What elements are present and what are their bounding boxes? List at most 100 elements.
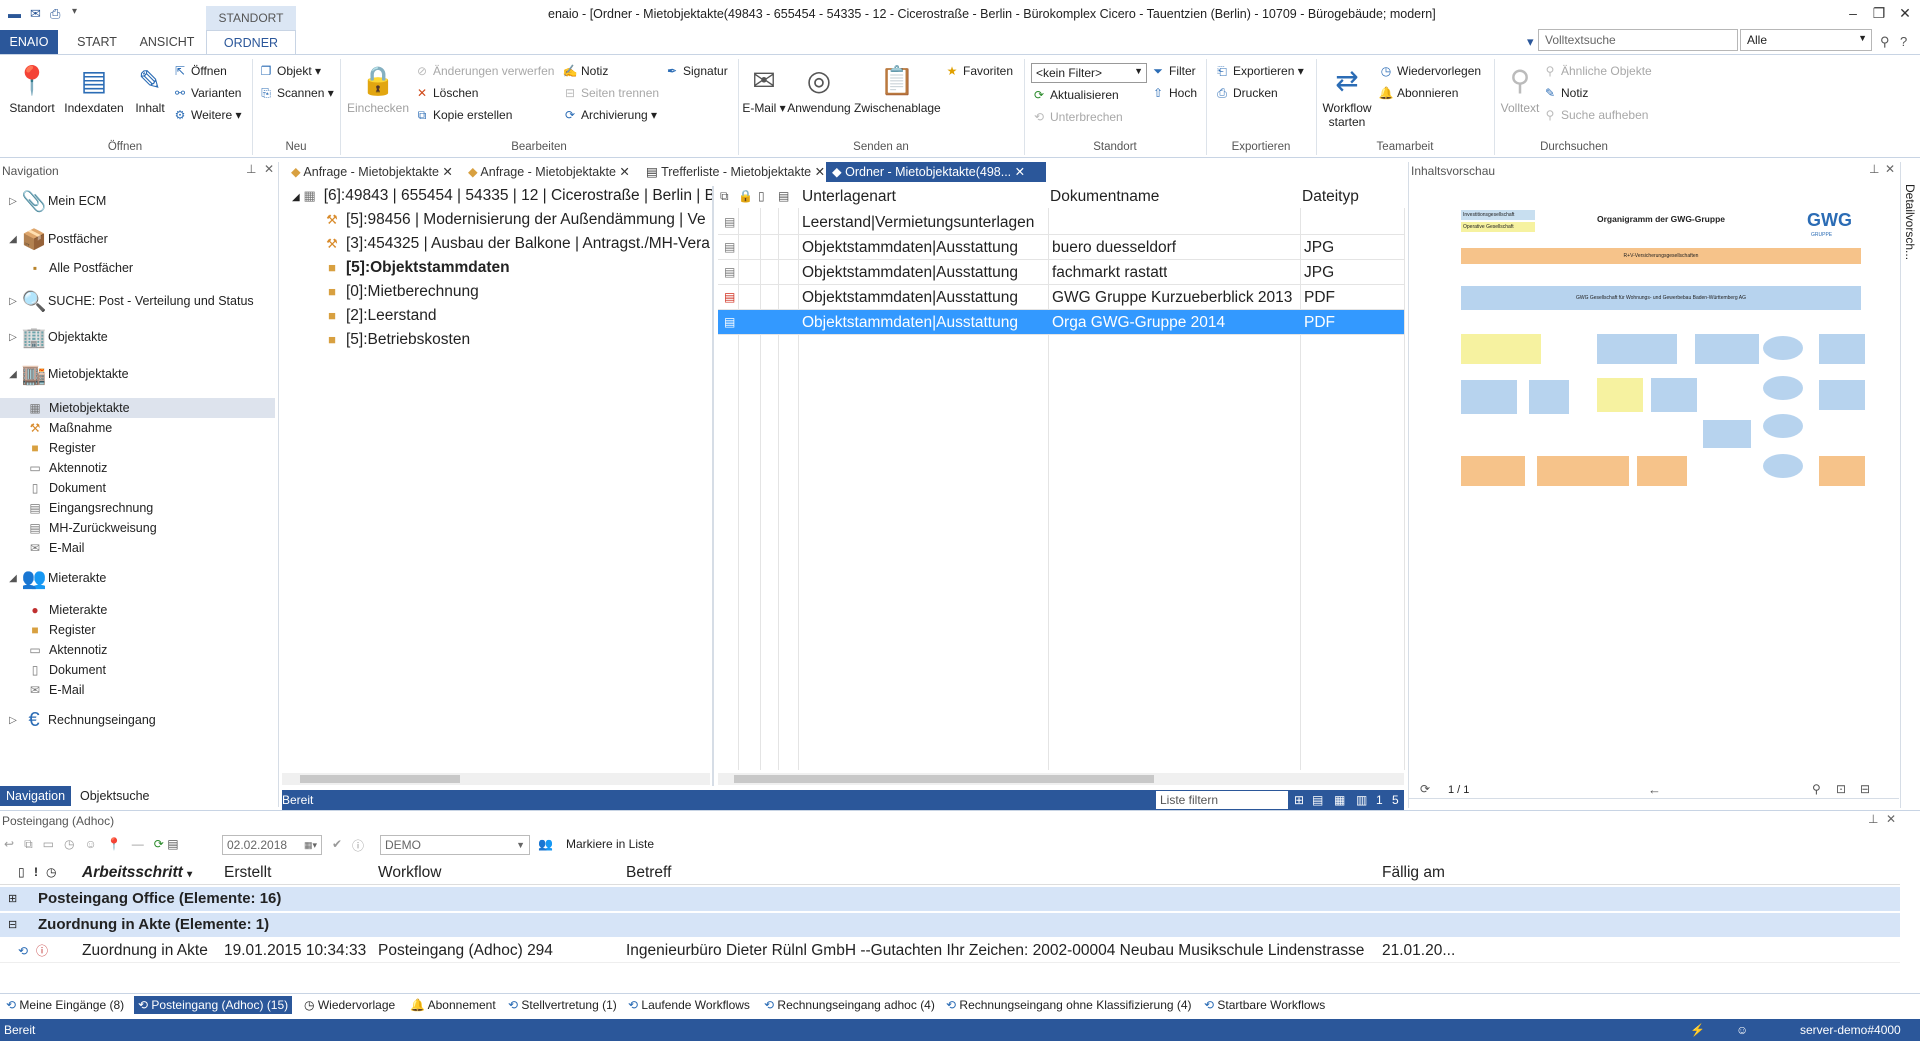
table-row[interactable]: ▤ Objektstammdaten|Ausstattung GWG Gruppe … bbox=[718, 285, 1404, 310]
close-pane-icon[interactable]: ✕ bbox=[1886, 812, 1896, 826]
tab-startbare-workflows[interactable]: ⟲ Startbare Workflows bbox=[1204, 996, 1325, 1014]
nav-item-postfaecher[interactable]: ◢ 📦 Postfächer bbox=[0, 226, 108, 252]
preview-refresh-icon[interactable]: ⟳ bbox=[1420, 782, 1430, 796]
user-icon[interactable]: ☺ bbox=[85, 837, 97, 851]
nav-sub-alle-postfaecher[interactable]: ▪ Alle Postfächer bbox=[26, 258, 133, 278]
signatur-button[interactable]: ✒ Signatur bbox=[664, 61, 728, 81]
tab-start[interactable]: START bbox=[66, 30, 128, 54]
standort-button[interactable]: 📍 Standort bbox=[6, 63, 58, 116]
nav-sub-mieter-email[interactable]: ✉ E-Mail bbox=[26, 680, 84, 700]
view-list-icon[interactable]: ▤ bbox=[1312, 790, 1323, 810]
anwendung-button[interactable]: ◎ Anwendung bbox=[786, 63, 852, 116]
nav-sub-email[interactable]: ✉ E-Mail bbox=[26, 538, 84, 558]
column-header-faellig[interactable]: Fällig am bbox=[1382, 864, 1445, 882]
detail-side-tab[interactable]: Detailvorsch... bbox=[1900, 162, 1920, 808]
refresh-icon[interactable]: ⟳ bbox=[154, 837, 164, 851]
preview-back-icon[interactable]: ← bbox=[1648, 782, 1661, 797]
tree-node-root[interactable]: ◢ ▦ [6]:49843 | 655454 | 54335 | 12 | Cice… bbox=[292, 184, 712, 208]
scannen-button[interactable]: ⎘ Scannen ▾ bbox=[258, 83, 334, 103]
help-icon[interactable]: ? bbox=[1900, 34, 1907, 49]
table-row[interactable]: ▤ Objektstammdaten|Ausstattung fachmarkt r… bbox=[718, 260, 1404, 285]
indexdaten-button[interactable]: ▤ Indexdaten bbox=[62, 63, 126, 116]
kopie-erstellen-button[interactable]: ⧉ Kopie erstellen bbox=[414, 105, 513, 125]
weitere-button[interactable]: ⚙ Weitere ▾ bbox=[172, 105, 242, 125]
pin-ribbon-icon[interactable]: ⚲ bbox=[1880, 34, 1890, 50]
column-header-unterlagenart[interactable]: Unterlagenart bbox=[802, 186, 896, 208]
nav-sub-eingangsrechnung[interactable]: ▤ Eingangsrechnung bbox=[26, 498, 153, 518]
favoriten-button[interactable]: ★ Favoriten bbox=[944, 61, 1013, 81]
close-tab-icon[interactable]: ✕ bbox=[1015, 165, 1025, 179]
tree-hscrollbar[interactable] bbox=[282, 773, 710, 785]
save-icon[interactable]: ✉ bbox=[30, 6, 41, 22]
seiten-trennen-button[interactable]: ⊟ Seiten trennen bbox=[562, 83, 659, 103]
info-icon[interactable]: ⓘ bbox=[352, 837, 364, 854]
column-header-betreff[interactable]: Betreff bbox=[626, 864, 671, 882]
aktualisieren-button[interactable]: ⟳ Aktualisieren bbox=[1031, 85, 1119, 105]
wiedervorlegen-button[interactable]: ◷ Wiedervorlegen bbox=[1378, 61, 1481, 81]
tab-enaio[interactable]: ENAIO bbox=[0, 30, 58, 54]
workflow-starten-button[interactable]: ⇄ Workflow starten bbox=[1318, 63, 1376, 130]
doc-tab-anfrage-2[interactable]: ◆ Anfrage - Mietobjektakte ✕ bbox=[462, 162, 630, 182]
close-icon[interactable]: ✕ bbox=[1895, 5, 1915, 22]
tab-rechnungseingang-ohne[interactable]: ⟲ Rechnungseingang ohne Klassifizierung … bbox=[946, 996, 1192, 1014]
tree-node-massnahme-2[interactable]: ⚒ [3]:454325 | Ausbau der Balkone | Antra… bbox=[322, 232, 712, 256]
splitter[interactable] bbox=[712, 186, 714, 786]
column-header-workflow[interactable]: Workflow bbox=[378, 864, 441, 882]
maximize-icon[interactable]: ❐ bbox=[1869, 5, 1889, 22]
tab-wiedervorlage[interactable]: ◷ Wiedervorlage bbox=[304, 996, 395, 1014]
view-tree-icon[interactable]: ⊞ bbox=[1294, 790, 1304, 810]
close-tab-icon[interactable]: ✕ bbox=[815, 165, 825, 179]
tree-node-betriebskosten[interactable]: ■ [5]:Betriebskosten bbox=[322, 328, 470, 352]
tree-node-leerstand[interactable]: ■ [2]:Leerstand bbox=[322, 304, 436, 328]
filter-button[interactable]: ⏷ Filter bbox=[1150, 61, 1195, 81]
inhalt-button[interactable]: ✎ Inhalt bbox=[128, 63, 172, 116]
pin-icon[interactable]: ⊥ bbox=[1869, 162, 1879, 176]
tab-navigation[interactable]: Navigation bbox=[0, 786, 72, 806]
view-detail-icon[interactable]: ▥ bbox=[1356, 790, 1367, 810]
user-select[interactable]: DEMO ▼ bbox=[380, 835, 530, 855]
fit-page-icon[interactable]: ⊡ bbox=[1836, 782, 1846, 796]
fulltext-search-input[interactable]: Volltextsuche bbox=[1538, 29, 1738, 51]
drucken-button[interactable]: ⎙ Drucken bbox=[1214, 83, 1278, 103]
nav-item-objektakte[interactable]: ▷ 🏢 Objektakte bbox=[0, 324, 108, 350]
users-icon[interactable]: 👥 bbox=[538, 837, 553, 851]
tab-laufende-workflows[interactable]: ⟲ Laufende Workflows bbox=[628, 996, 750, 1014]
zoom-icon[interactable]: ⚲ bbox=[1812, 782, 1821, 796]
tab-rechnungseingang-adhoc[interactable]: ⟲ Rechnungseingang adhoc (4) bbox=[764, 996, 935, 1014]
nav-item-mietobjektakte[interactable]: ◢ 🏬 Mietobjektakte bbox=[0, 361, 128, 387]
email-button[interactable]: ✉ E-Mail ▾ bbox=[742, 63, 786, 116]
table-row[interactable]: ▤ Leerstand|Vermietungsunterlagen bbox=[718, 210, 1404, 235]
table-row[interactable]: ⟲ ⓘ Zuordnung in Akte 19.01.2015 10:34:3… bbox=[0, 939, 1900, 963]
pin-icon[interactable]: ⊥ bbox=[246, 162, 256, 176]
column-header-dateityp[interactable]: Dateityp bbox=[1302, 186, 1359, 208]
loeschen-button[interactable]: ✕ Löschen bbox=[414, 83, 478, 103]
suche-aufheben-button[interactable]: ⚲ Suche aufheben bbox=[1542, 105, 1649, 125]
tree-node-objektstammdaten[interactable]: ■ [5]:Objektstammdaten bbox=[322, 256, 510, 280]
table-row-selected[interactable]: ▤ Objektstammdaten|Ausstattung Orga GWG-Gr… bbox=[718, 310, 1404, 335]
two-page-icon[interactable]: ⊟ bbox=[1860, 782, 1870, 796]
nav-sub-aktennotiz[interactable]: ▭ Aktennotiz bbox=[26, 458, 107, 478]
collapse-icon[interactable]: ⊟ bbox=[8, 913, 17, 937]
tree-node-mietberechnung[interactable]: ■ [0]:Mietberechnung bbox=[322, 280, 479, 304]
doc-tab-anfrage-1[interactable]: ◆ Anfrage - Mietobjektakte ✕ bbox=[285, 162, 453, 182]
forward-icon[interactable]: ↩ bbox=[4, 837, 14, 851]
nav-item-mein-ecm[interactable]: ▷ 📎 Mein ECM bbox=[0, 188, 106, 214]
list-filter-input[interactable]: Liste filtern bbox=[1156, 791, 1288, 809]
minimize-icon[interactable]: – bbox=[1843, 5, 1863, 21]
close-pane-icon[interactable]: ✕ bbox=[1885, 162, 1895, 176]
archivierung-button[interactable]: ⟳ Archivierung ▾ bbox=[562, 105, 657, 125]
pin-location-icon[interactable]: 📍 bbox=[107, 837, 122, 851]
notiz-button[interactable]: ✍ Notiz bbox=[562, 61, 609, 81]
filter-select[interactable]: <kein Filter> ▼ bbox=[1031, 63, 1147, 83]
search-scope-select[interactable]: Alle ▼ bbox=[1740, 29, 1872, 51]
close-tab-icon[interactable]: ✕ bbox=[619, 165, 629, 179]
notiz-search-button[interactable]: ✎ Notiz bbox=[1542, 83, 1588, 103]
column-header-arbeitsschritt[interactable]: Arbeitsschritt ▾ bbox=[82, 864, 192, 882]
doc-tab-trefferliste[interactable]: ▤ Trefferliste - Mietobjektakte ✕ bbox=[640, 162, 825, 182]
tab-objektsuche[interactable]: Objektsuche bbox=[74, 786, 155, 806]
tab-posteingang-adhoc[interactable]: ⟲ Posteingang (Adhoc) (15) bbox=[134, 996, 293, 1014]
grid-hscrollbar[interactable] bbox=[718, 773, 1404, 785]
print-icon[interactable]: ⎙ bbox=[50, 6, 60, 22]
clock-icon[interactable]: ◷ bbox=[64, 837, 74, 851]
nav-sub-mietobjektakte[interactable]: ▦ Mietobjektakte bbox=[0, 398, 275, 418]
